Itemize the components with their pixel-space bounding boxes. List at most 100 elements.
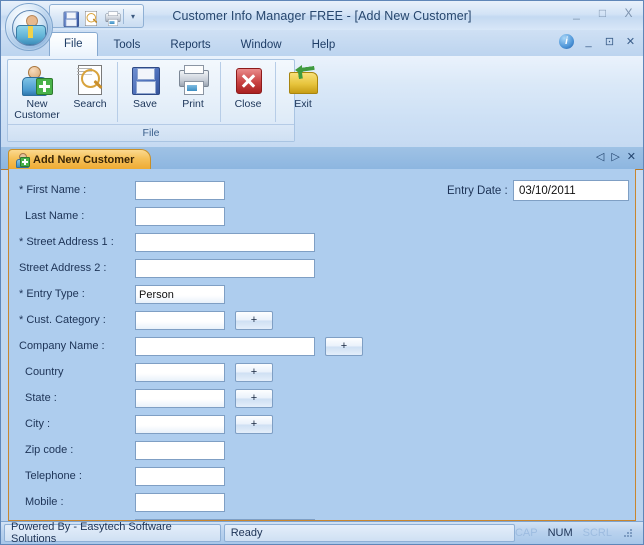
city-label: City : — [25, 418, 51, 430]
street-address-1-input[interactable] — [135, 232, 315, 252]
add-cust-category-button[interactable]: + — [235, 310, 273, 330]
field-row-company-name: Company Name : + — [9, 333, 363, 359]
field-row-entry-type: * Entry Type : Person — [9, 281, 225, 307]
add-customer-icon — [16, 153, 30, 168]
company-name-input[interactable] — [135, 336, 315, 356]
print-label: Print — [182, 98, 204, 110]
zip-code-input[interactable] — [135, 440, 225, 460]
print-button[interactable]: Print — [169, 60, 217, 124]
field-row-first-name: * First Name : — [9, 177, 225, 203]
ribbon-separator-3 — [275, 62, 276, 122]
mobile-input[interactable] — [135, 492, 225, 512]
state-select[interactable] — [135, 388, 225, 408]
qat-search-icon[interactable] — [79, 7, 99, 26]
company-name-label: Company Name : — [19, 340, 105, 352]
orb-icon — [12, 10, 48, 46]
city-select[interactable] — [135, 414, 225, 434]
minimize-button[interactable]: _ — [568, 5, 585, 20]
add-country-button[interactable]: + — [235, 362, 273, 382]
cust-category-select[interactable] — [135, 310, 225, 330]
mdi-window-controls: i _ ⊡ ✕ — [559, 34, 637, 49]
field-row-street-address-2: Street Address 2 : — [9, 255, 315, 281]
entry-type-select[interactable]: Person — [135, 284, 225, 304]
close-form-button[interactable]: Close — [224, 60, 272, 124]
mdi-restore-button[interactable]: ⊡ — [603, 35, 616, 48]
new-customer-icon — [21, 64, 53, 96]
state-label: State : — [25, 392, 57, 404]
new-customer-button[interactable]: New Customer — [8, 60, 66, 124]
street-address-1-label: * Street Address 1 : — [19, 236, 114, 248]
status-bar: Powered By - Easytech Software Solutions… — [1, 521, 643, 545]
title-bar: Customer Info Manager FREE - [Add New Cu… — [1, 1, 643, 31]
menu-bar: File Tools Reports Window Help i _ ⊡ ✕ — [1, 30, 643, 57]
chevron-down-icon[interactable]: ▾ — [127, 7, 139, 25]
close-label: Close — [234, 98, 262, 110]
menu-tab-list: File Tools Reports Window Help — [49, 30, 351, 56]
entry-date-input[interactable]: 03/10/2011 — [513, 180, 629, 201]
field-row-mobile: Mobile : — [9, 489, 225, 515]
orb-tie — [28, 26, 33, 38]
add-state-button[interactable]: + — [235, 388, 273, 408]
qat-save-icon[interactable] — [58, 7, 79, 27]
menu-tab-tools[interactable]: Tools — [100, 34, 155, 56]
ribbon-separator-2 — [220, 62, 221, 122]
mdi-minimize-button[interactable]: _ — [582, 36, 595, 48]
ribbon-separator-1 — [117, 62, 118, 122]
street-address-2-label: Street Address 2 : — [19, 262, 107, 274]
floppy-disk-icon — [129, 64, 161, 96]
field-row-telephone: Telephone : — [9, 463, 225, 489]
last-name-label: Last Name : — [25, 210, 85, 222]
field-row-city: City : + — [9, 411, 273, 437]
mdi-close-button[interactable]: ✕ — [624, 35, 637, 48]
exit-button[interactable]: Exit — [279, 60, 327, 124]
status-message: Ready — [223, 524, 515, 542]
qat-print-icon[interactable] — [100, 7, 121, 26]
tab-add-new-customer[interactable]: Add New Customer — [8, 149, 152, 169]
ribbon-group-file: New Customer Search Save Print Close Exi… — [7, 59, 318, 142]
window-controls: _ □ X — [568, 5, 637, 20]
tab-close-icon[interactable]: ✕ — [627, 150, 636, 164]
qat-separator — [123, 8, 124, 24]
info-icon[interactable]: i — [559, 34, 574, 49]
status-flag-cap: CAP — [514, 527, 538, 539]
status-flag-scrl: SCRL — [582, 527, 612, 539]
search-page-icon — [74, 64, 106, 96]
save-label: Save — [133, 98, 157, 110]
country-select[interactable] — [135, 362, 225, 382]
menu-tab-reports[interactable]: Reports — [156, 34, 224, 56]
status-flag-num: NUM — [547, 527, 573, 539]
tab-next-icon[interactable]: ▷ — [611, 150, 619, 164]
exit-folder-icon — [287, 64, 319, 96]
add-company-button[interactable]: + — [325, 336, 363, 356]
ribbon-group-title: File — [8, 124, 294, 141]
new-customer-label: New Customer — [14, 99, 60, 121]
telephone-input[interactable] — [135, 466, 225, 486]
entry-date-label: Entry Date : — [447, 185, 508, 197]
resize-grip[interactable] — [622, 527, 634, 539]
first-name-label: * First Name : — [19, 184, 87, 196]
search-label: Search — [73, 98, 107, 110]
add-city-button[interactable]: + — [235, 414, 273, 434]
application-window: Customer Info Manager FREE - [Add New Cu… — [0, 0, 644, 545]
document-tab-strip: Add New Customer ◁ ▷ ✕ — [1, 147, 643, 170]
menu-tab-help[interactable]: Help — [298, 34, 350, 56]
maximize-button[interactable]: □ — [594, 5, 611, 20]
save-button[interactable]: Save — [121, 60, 169, 124]
last-name-input[interactable] — [135, 206, 225, 226]
search-button[interactable]: Search — [66, 60, 114, 124]
field-row-cust-category: * Cust. Category : + — [9, 307, 273, 333]
application-menu-orb[interactable] — [5, 3, 53, 51]
first-name-input[interactable] — [135, 180, 225, 200]
menu-tab-window[interactable]: Window — [227, 34, 296, 56]
street-address-2-input[interactable] — [135, 258, 315, 278]
ribbon-buttons: New Customer Search Save Print Close Exi… — [8, 60, 327, 124]
close-button[interactable]: X — [620, 5, 637, 20]
country-label: Country — [25, 366, 64, 378]
tab-add-new-customer-label: Add New Customer — [33, 153, 135, 166]
new-customer-label-line2: Customer — [14, 109, 60, 121]
tab-prev-icon[interactable]: ◁ — [596, 150, 604, 164]
menu-tab-file[interactable]: File — [49, 32, 98, 56]
field-row-country: Country + — [9, 359, 273, 385]
cust-category-label: * Cust. Category : — [19, 314, 106, 326]
red-x-icon — [232, 64, 264, 96]
